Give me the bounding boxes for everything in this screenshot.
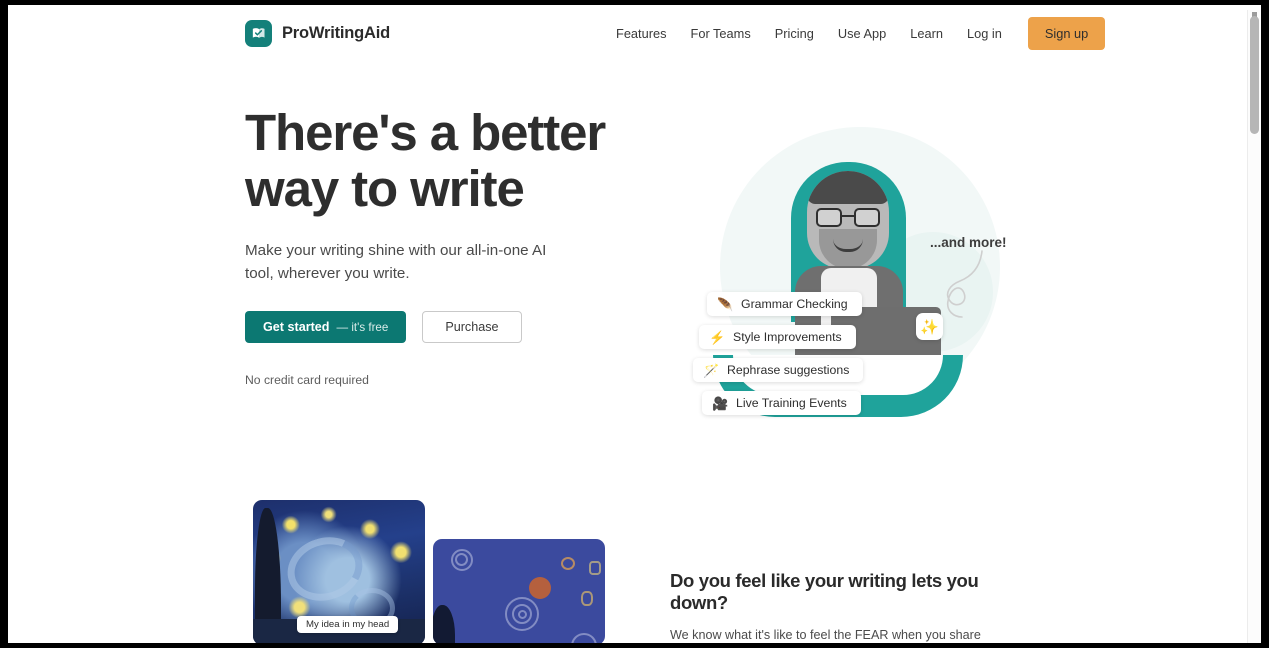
feature-card-label: Style Improvements [733, 330, 842, 344]
book-check-icon [245, 20, 272, 47]
feature-card-list: 🪶 Grammar Checking ⚡ Style Improvements … [693, 292, 864, 424]
sign-up-button[interactable]: Sign up [1027, 17, 1106, 50]
feature-card-live-training-events[interactable]: 🎥 Live Training Events [702, 391, 861, 415]
nav-item-for-teams[interactable]: For Teams [679, 20, 763, 47]
and-more-label: ...and more! [930, 235, 1007, 250]
feature-card-label: Rephrase suggestions [727, 363, 850, 377]
hero-cta-group: Get started — it's free Purchase [245, 311, 645, 343]
person-hair [807, 171, 889, 204]
nav-item-use-app[interactable]: Use App [826, 20, 898, 47]
get-started-button[interactable]: Get started — it's free [245, 311, 407, 343]
nav-item-log-in[interactable]: Log in [955, 20, 1014, 47]
vertical-scrollbar[interactable] [1247, 10, 1261, 643]
nav-item-pricing[interactable]: Pricing [763, 20, 826, 47]
lightning-icon: ⚡ [709, 329, 726, 345]
nav-item-learn[interactable]: Learn [898, 20, 955, 47]
feature-card-rephrase-suggestions[interactable]: 🪄 Rephrase suggestions [693, 358, 864, 382]
sparkle-badge-icon: ✨ [916, 313, 943, 340]
window-left-bezel [0, 0, 8, 648]
nav-item-features[interactable]: Features [604, 20, 679, 47]
purchase-button[interactable]: Purchase [422, 311, 522, 343]
hero-section: There's a better way to write Make your … [8, 62, 1261, 492]
hero-title: There's a better way to write [245, 105, 645, 217]
page-content: ProWritingAid Features For Teams Pricing… [8, 5, 1261, 643]
no-credit-card-note: No credit card required [245, 373, 369, 387]
get-started-sublabel: — it's free [336, 320, 389, 334]
main-nav: Features For Teams Pricing Use App Learn… [604, 17, 1106, 50]
person-head [807, 171, 889, 269]
section2-body: We know what it's like to feel the FEAR … [670, 628, 981, 642]
feature-card-label: Grammar Checking [741, 297, 848, 311]
scrollbar-thumb[interactable] [1250, 16, 1259, 134]
hero-subtitle: Make your writing shine with our all-in-… [245, 242, 547, 282]
section2-title: Do you feel like your writing lets you d… [670, 570, 979, 613]
sketch-version-image [433, 539, 605, 643]
writing-lets-you-down-section: My idea in my head Do you feel like your… [8, 492, 1261, 643]
hero-illustration: ✨ ...and more! 🪶 Grammar Checking ⚡ Styl… [668, 107, 1038, 447]
site-header: ProWritingAid Features For Teams Pricing… [8, 5, 1261, 62]
window-top-bezel [0, 0, 1269, 5]
hero-title-line-2: way to write [245, 160, 525, 217]
window-bottom-bezel [0, 643, 1269, 648]
feature-card-label: Live Training Events [736, 396, 847, 410]
hero-title-line-1: There's a better [245, 104, 606, 161]
curly-arrow-icon [946, 250, 983, 318]
magic-wand-icon: 🪄 [703, 362, 720, 378]
feature-card-grammar-checking[interactable]: 🪶 Grammar Checking [707, 292, 862, 316]
movie-camera-icon: 🎥 [712, 395, 729, 411]
browser-viewport: ProWritingAid Features For Teams Pricing… [0, 0, 1269, 648]
get-started-label: Get started [263, 320, 330, 334]
feature-card-style-improvements[interactable]: ⚡ Style Improvements [699, 325, 856, 349]
my-idea-in-my-head-label: My idea in my head [297, 616, 399, 633]
brand-name: ProWritingAid [282, 24, 391, 42]
hero-copy: There's a better way to write Make your … [245, 105, 645, 387]
section2-copy: Do you feel like your writing lets you d… [670, 570, 1022, 643]
starry-night-comparison-art: My idea in my head [245, 500, 605, 643]
glasses-icon [816, 208, 880, 227]
brand-logo-link[interactable]: ProWritingAid [245, 20, 390, 47]
quill-icon: 🪶 [717, 296, 734, 312]
